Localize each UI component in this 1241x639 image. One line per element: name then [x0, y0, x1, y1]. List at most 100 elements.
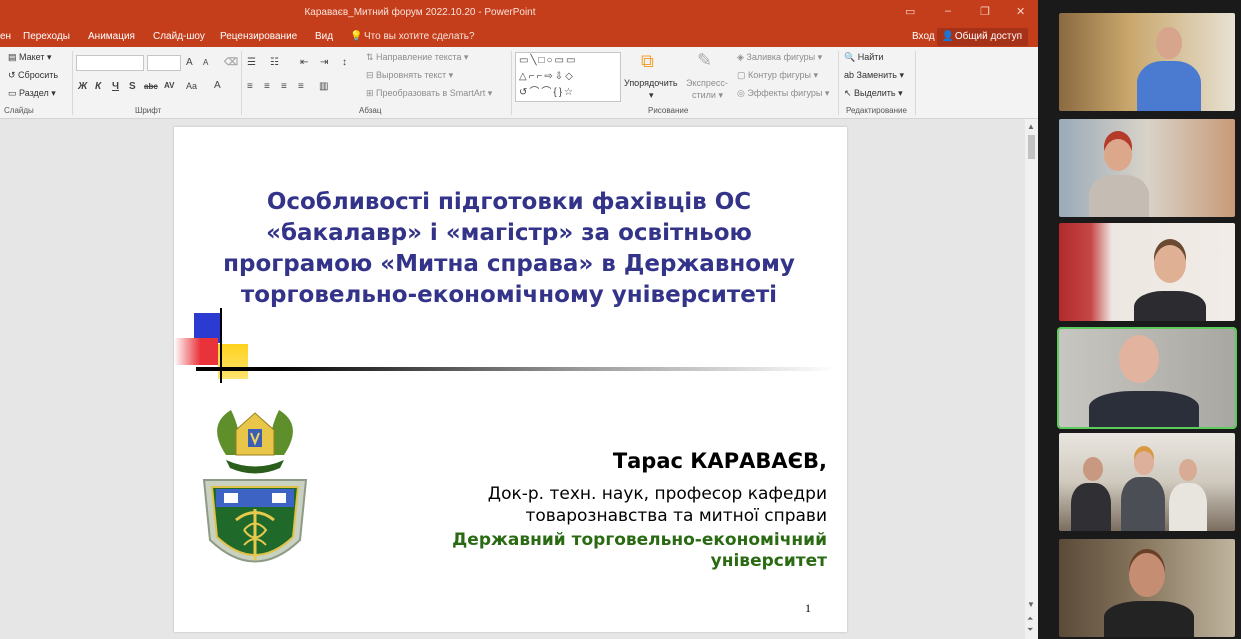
group-divider	[241, 51, 242, 115]
shape-outline-label: Контур фигуры	[748, 70, 811, 80]
restore-icon[interactable]: ❐	[980, 5, 990, 18]
align-text-label: Выровнять текст	[376, 70, 447, 80]
participant-video-tile[interactable]	[1059, 223, 1235, 321]
shape-fill-button[interactable]: ◈ Заливка фигуры ▾	[737, 52, 822, 63]
quick-styles-icon[interactable]: ✎	[697, 50, 712, 71]
participant-face	[1179, 459, 1197, 481]
layout-button[interactable]: ▤ Макет ▾	[8, 52, 52, 63]
replace-button[interactable]: ab Заменить ▾	[844, 70, 904, 81]
participant-body	[1121, 477, 1165, 531]
align-left-icon[interactable]: ≡	[247, 81, 253, 92]
participant-body	[1169, 483, 1207, 531]
editing-group-label: Редактирование	[846, 106, 907, 115]
participant-video-tile[interactable]	[1059, 433, 1235, 531]
share-button[interactable]: 👤 Общий доступ	[936, 28, 1028, 46]
change-case-icon[interactable]: Aa	[186, 81, 197, 91]
shadow-icon[interactable]: S	[129, 81, 136, 92]
prev-next-slide-icons[interactable]: ⏶ ⏷	[1027, 613, 1033, 635]
tab-review[interactable]: Рецензирование	[220, 31, 297, 42]
smartart-label: Преобразовать в SmartArt	[376, 88, 486, 98]
participant-body	[1104, 601, 1194, 637]
signin-link[interactable]: Вход	[912, 31, 935, 42]
arrange-dropdown-icon[interactable]: ▾	[649, 90, 654, 101]
numbering-icon[interactable]: ☷	[270, 57, 279, 68]
share-label: Общий доступ	[954, 31, 1022, 42]
bullets-icon[interactable]: ☰	[247, 57, 256, 68]
columns-icon[interactable]: ▥	[319, 81, 328, 92]
scroll-down-icon[interactable]: ▼	[1027, 600, 1035, 609]
participant-face	[1104, 139, 1132, 171]
decor-yellow-square	[218, 344, 248, 379]
participant-face	[1119, 335, 1159, 383]
participant-face	[1083, 457, 1103, 481]
outdent-icon[interactable]: ⇥	[320, 57, 328, 68]
slide-canvas[interactable]: Особливості підготовки фахівців ОС «бака…	[174, 127, 847, 632]
quick-styles-label-1: Экспресс-	[686, 78, 728, 88]
font-size-input[interactable]	[147, 55, 181, 71]
shapes-gallery[interactable]: ▭╲□○▭▭ △⌐⌐⇨⇩◇ ↺⌒⌒{}☆	[515, 52, 621, 102]
tab-slideshow[interactable]: Слайд-шоу	[153, 31, 205, 42]
participant-video-tile[interactable]	[1059, 539, 1235, 637]
font-color-icon[interactable]: A	[214, 80, 221, 91]
select-button[interactable]: ↖ Выделить ▾	[844, 88, 903, 99]
find-button[interactable]: 🔍 Найти	[844, 52, 883, 63]
decrease-font-icon[interactable]: A	[203, 58, 208, 67]
align-text-button[interactable]: ⊟ Выровнять текст ▾	[366, 70, 453, 81]
bold-icon[interactable]: Ж	[78, 81, 87, 92]
justify-icon[interactable]: ≡	[298, 81, 304, 92]
italic-icon[interactable]: К	[95, 81, 101, 92]
participant-video-tile[interactable]	[1059, 119, 1235, 217]
group-divider	[838, 51, 839, 115]
align-center-icon[interactable]: ≡	[264, 81, 270, 92]
line-spacing-icon[interactable]: ↕	[342, 57, 347, 68]
decor-vertical-line	[220, 308, 222, 383]
scroll-thumb[interactable]	[1028, 135, 1035, 159]
clear-format-icon[interactable]: ⌫	[224, 57, 238, 68]
char-spacing-icon[interactable]: AV	[164, 81, 175, 90]
title-bar: Караваєв_Митний форум 2022.10.20 - Power…	[0, 0, 1038, 27]
tab-animations[interactable]: Анимация	[88, 31, 135, 42]
participant-face	[1129, 553, 1165, 597]
author-name[interactable]: Тарас КАРАВАЄВ,	[613, 449, 827, 473]
font-name-input[interactable]	[76, 55, 144, 71]
increase-font-icon[interactable]: A	[186, 57, 193, 68]
tab-transitions[interactable]: Переходы	[23, 31, 70, 42]
minimize-icon[interactable]: –	[945, 5, 951, 17]
active-speaker-video-tile[interactable]	[1057, 327, 1237, 429]
reset-button[interactable]: ↺ Сбросить	[8, 70, 58, 81]
participant-body	[1089, 175, 1149, 217]
section-button[interactable]: ▭ Раздел ▾	[8, 88, 56, 99]
vertical-scrollbar[interactable]: ▲ ▼ ⏶ ⏷	[1025, 119, 1038, 639]
tell-me-search[interactable]: Что вы хотите сделать?	[364, 31, 475, 42]
university-name[interactable]: Державний торговельно-економічний універ…	[357, 530, 827, 572]
shape-effects-button[interactable]: ◎ Эффекты фигуры ▾	[737, 88, 829, 99]
tab-view[interactable]: Вид	[315, 31, 333, 42]
strikethrough-icon[interactable]: abc	[144, 82, 158, 91]
smartart-button[interactable]: ⊞ Преобразовать в SmartArt ▾	[366, 88, 492, 99]
slide-title[interactable]: Особливості підготовки фахівців ОС «бака…	[194, 187, 824, 311]
arrange-icon[interactable]: ⧉	[641, 51, 654, 72]
participant-video-tile[interactable]	[1059, 13, 1235, 111]
slides-group-label: Слайды	[4, 106, 34, 115]
quick-styles-button-2[interactable]: стили ▾	[692, 90, 723, 101]
text-direction-button[interactable]: ⇅ Направление текста ▾	[366, 52, 468, 63]
group-divider	[72, 51, 73, 115]
shape-outline-button[interactable]: ▢ Контур фигуры ▾	[737, 70, 818, 81]
tab-design[interactable]: ен	[0, 31, 11, 42]
ribbon-display-options-icon[interactable]: ▭	[905, 5, 915, 18]
indent-icon[interactable]: ⇤	[300, 57, 308, 68]
underline-icon[interactable]: Ч	[112, 81, 119, 92]
close-icon[interactable]: ✕	[1016, 5, 1025, 18]
drawing-group-label: Рисование	[648, 106, 689, 115]
text-direction-label: Направление текста	[376, 52, 462, 62]
scroll-up-icon[interactable]: ▲	[1027, 122, 1035, 131]
window-title: Караваєв_Митний форум 2022.10.20 - Power…	[304, 7, 536, 18]
arrange-button[interactable]: Упорядочить	[624, 78, 678, 88]
powerpoint-window: Караваєв_Митний форум 2022.10.20 - Power…	[0, 0, 1038, 639]
quick-styles-button[interactable]: Экспресс-	[686, 78, 728, 88]
section-label: Раздел	[19, 88, 49, 98]
align-right-icon[interactable]: ≡	[281, 81, 287, 92]
participant-face	[1134, 451, 1154, 475]
author-position[interactable]: Док-р. техн. наук, професор кафедри това…	[407, 483, 827, 527]
ribbon: ▤ Макет ▾ ↺ Сбросить ▭ Раздел ▾ Слайды A…	[0, 47, 1038, 119]
